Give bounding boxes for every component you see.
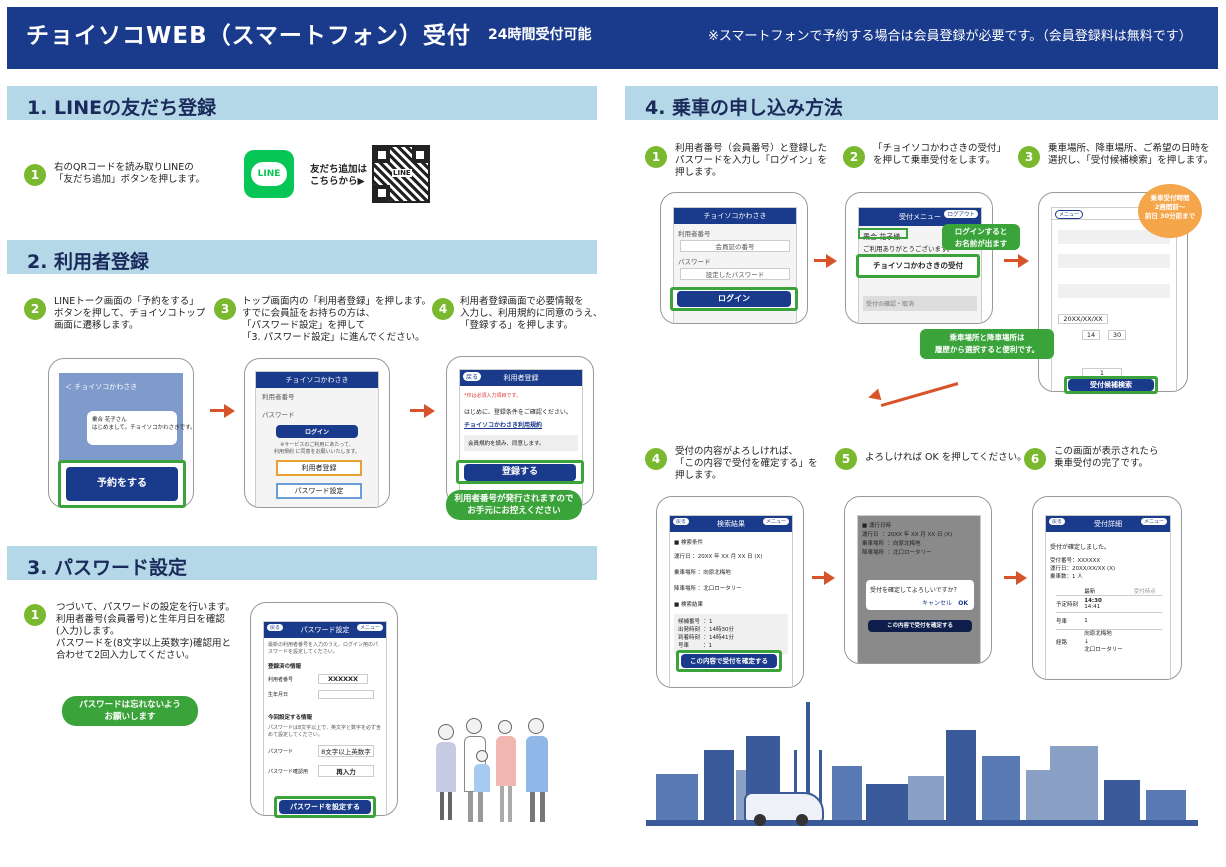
arrow-right-icon xyxy=(1016,571,1027,585)
family-illustration xyxy=(432,716,554,826)
step-number: 1 xyxy=(645,146,667,168)
arrow-right-icon xyxy=(424,404,435,418)
callout: 乗車場所と降車場所は 履歴から選択すると便利です。 xyxy=(920,329,1054,359)
arrow-right-icon xyxy=(826,254,837,268)
dialog-ok-button[interactable]: OK xyxy=(958,600,968,607)
arrow-right-icon xyxy=(1018,254,1029,268)
back-button[interactable]: 戻る xyxy=(463,372,482,381)
step-number: 4 xyxy=(645,448,667,470)
phone-password: 戻る パスワード設定 メニュー 最新の利用者番号を入力のうえ、ログイン用のパスワード… xyxy=(250,602,398,816)
step-text: 乗車場所、降車場所、ご希望の日時を 選択し、「受付候補検索」を押します。 xyxy=(1048,143,1214,166)
step-number: 3 xyxy=(1018,146,1040,168)
step-text: この画面が表示されたら 乗車受付の完了です。 xyxy=(1054,446,1159,469)
arrow-right-icon xyxy=(824,571,835,585)
section-3-title: 3. パスワード設定 xyxy=(7,546,597,580)
arrow-down-left-icon xyxy=(880,382,959,407)
dialog-cancel-button[interactable]: キャンセル xyxy=(922,598,952,607)
set-password-button[interactable]: パスワードを設定する xyxy=(279,800,371,814)
step-text: トップ画面内の「利用者登録」を押します。 すでに会員証をお持ちの方は、 「パスワ… xyxy=(242,296,432,343)
choisoko-reception-button[interactable]: チョイソコかわさきの受付 xyxy=(860,258,976,274)
user-register-button[interactable]: 利用者登録 xyxy=(276,460,362,476)
step-text: よろしければ OK を押してください。 xyxy=(865,452,1027,463)
line-message: 乗合 花子さん はじめまして。チョイソコかわさきです。 xyxy=(87,411,193,445)
step-text: 受付の内容がよろしければ、 「この内容で受付を確定する」を 押します。 xyxy=(675,446,818,481)
step-number: 6 xyxy=(1024,448,1046,470)
register-button[interactable]: 登録する xyxy=(464,464,576,481)
phone-dialog: ■ 運行日時 運行日 ：20XX 年 XX 月 XX 日 (X) 乗車場所 ：向… xyxy=(844,496,992,664)
qr-caption: 友だち追加は こちらから▶ xyxy=(310,164,368,187)
line-header: ＜ チョイソコかわさき xyxy=(65,383,138,391)
member-number-input[interactable]: 会員証の番号 xyxy=(680,240,790,252)
phone-detail: 戻る 受付詳細 メニュー 受付が確定しました。 受付番号：XXXXXX 運行日：20… xyxy=(1032,496,1182,680)
reserve-button[interactable]: 予約をする xyxy=(66,467,178,501)
confirm-dialog: 受付を確定してよろしいですか？ キャンセル OK xyxy=(866,580,974,610)
note-pill: 利用者番号が発行されますので お手元にお控えください xyxy=(446,490,582,520)
search-candidates-button[interactable]: 受付候補検索 xyxy=(1068,379,1154,391)
agree-checkbox[interactable]: 会員規約を読み、同意します。 xyxy=(464,435,578,451)
arrow-right-icon xyxy=(224,404,235,418)
login-button[interactable]: ログイン xyxy=(677,291,791,307)
step-text: 「チョイソコかわさきの受付」 を押して乗車受付をします。 xyxy=(873,143,1007,166)
reception-time-badge: 乗車受付時間 2週間前〜 前日 30分前まで xyxy=(1138,184,1202,238)
city-skyline-illustration xyxy=(646,700,1198,826)
section-1-title: 1. LINEの友だち登録 xyxy=(7,86,597,120)
step-text: LINEトーク画面の「予約をする」 ボタンを押して、チョイソコトップ 画面に遷移… xyxy=(54,296,206,331)
header-note: ※スマートフォンで予約する場合は会員登録が必要です。（会員登録料は無料です） xyxy=(708,29,1192,44)
step-text: 利用者番号（会員番号）と登録した パスワードを入力し「ログイン」を 押します。 xyxy=(675,143,828,178)
step-text: つづいて、パスワードの設定を行います。 利用者番号(会員番号)と生年月日を確認 … xyxy=(56,602,235,661)
step-text: 右のQRコードを読み取りLINEの 「友だち追加」ボタンを押します。 xyxy=(54,162,206,185)
login-button[interactable]: ログイン xyxy=(276,425,358,438)
password-input[interactable]: 設定したパスワード xyxy=(680,268,790,280)
step-number: 1 xyxy=(24,164,46,186)
step-number: 2 xyxy=(24,298,46,320)
section-4-title: 4. 乗車の申し込み方法 xyxy=(625,86,1218,120)
qr-code-icon[interactable]: LINE xyxy=(372,145,430,203)
terms-link[interactable]: チョイソコかわさき利用規約 xyxy=(460,416,582,429)
confirm-cancel-item[interactable]: 受付の確認・取消 xyxy=(863,296,977,311)
header-subtitle: 24時間受付可能 xyxy=(488,27,592,43)
callout: ログインすると お名前が出ます xyxy=(942,224,1020,250)
page-title: チョイソコWEB（スマートフォン）受付 xyxy=(26,23,471,49)
step-number: 2 xyxy=(843,146,865,168)
step-number: 5 xyxy=(835,448,857,470)
password-setting-button[interactable]: パスワード設定 xyxy=(276,483,362,499)
line-logo[interactable]: LINE xyxy=(244,150,294,198)
screen-bar: チョイソコかわさき xyxy=(256,372,378,388)
line-logo-text: LINE xyxy=(251,162,287,186)
step-number: 1 xyxy=(24,604,46,626)
section-2-title: 2. 利用者登録 xyxy=(7,240,597,274)
confirm-reservation-button[interactable]: この内容で受付を確定する xyxy=(681,654,777,668)
step-text: 利用者登録画面で必要情報を 入力し、利用規約に同意のうえ、 「登録する」を押しま… xyxy=(460,296,603,331)
logout-button[interactable]: ログアウト xyxy=(944,210,978,218)
step-number: 4 xyxy=(432,298,454,320)
qr-line-label: LINE xyxy=(392,169,412,177)
detail-table: 最新 受付時点 予定時刻 14:30 14:41 号車 1 経路 向原北梅地 ↓ 北口ロー… xyxy=(1056,587,1162,654)
password-note-pill: パスワードは忘れないよう お願いします xyxy=(62,696,198,726)
step-number: 3 xyxy=(214,298,236,320)
